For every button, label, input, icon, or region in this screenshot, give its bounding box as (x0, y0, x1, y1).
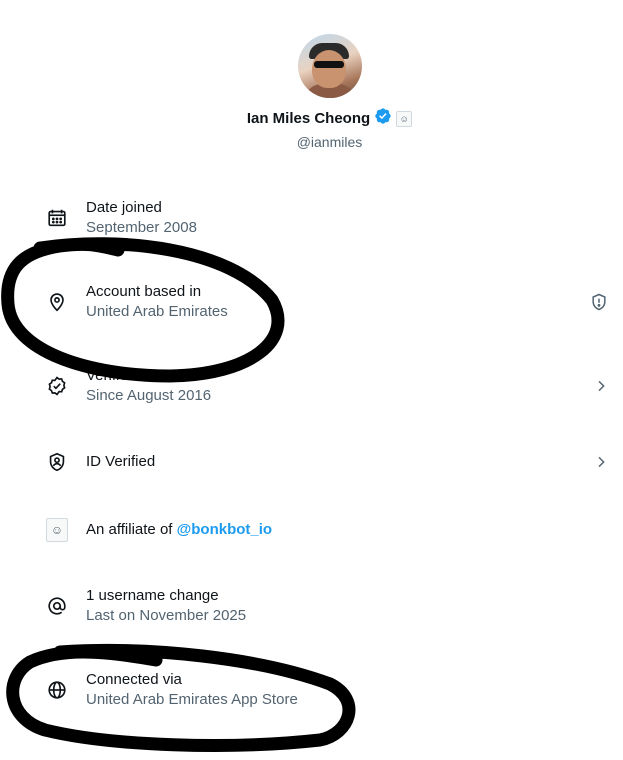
calendar-icon (46, 207, 68, 229)
row-subtitle: Since August 2016 (86, 387, 212, 404)
name-row: Ian Miles Cheong ☺ (0, 107, 623, 130)
username-handle: @ianmiles (296, 134, 363, 150)
at-sign-icon (46, 595, 68, 617)
row-subtitle: September 2008 (86, 219, 197, 236)
chevron-right-icon[interactable] (593, 454, 609, 470)
row-username-change: 1 username change Last on November 2025 (0, 586, 623, 626)
row-title: 1 username change (86, 587, 219, 604)
row-title: Connected via (86, 671, 182, 688)
affiliate-badge-icon[interactable]: ☺ (396, 110, 413, 127)
row-title: Verified (86, 367, 137, 384)
row-date-joined: Date joined September 2008 (0, 198, 623, 238)
row-subtitle: United Arab Emirates (86, 303, 228, 320)
row-connected-via: Connected via United Arab Emirates App S… (0, 670, 623, 710)
shield-alert-icon[interactable] (589, 292, 609, 312)
row-subtitle: Last on November 2025 (86, 607, 247, 624)
verified-badge-icon (46, 375, 68, 397)
row-title: ID Verified (86, 453, 156, 470)
display-name[interactable]: Ian Miles Cheong (247, 110, 370, 127)
avatar[interactable] (297, 34, 362, 98)
row-title: Date joined (86, 199, 162, 216)
row-account-based-in: Account based in United Arab Emirates (0, 282, 623, 322)
id-shield-icon (46, 451, 68, 473)
profile-header: Ian Miles Cheong ☺ @ianmiles (0, 34, 623, 150)
affiliate-link[interactable]: @bonkbot_io (177, 521, 272, 538)
location-pin-icon (46, 291, 68, 313)
row-affiliate: ☺ An affiliate of @bonkbot_io (0, 510, 623, 550)
affiliate-prefix: An affiliate of (86, 521, 177, 538)
row-id-verified[interactable]: ID Verified (0, 442, 623, 482)
row-title: Account based in (86, 283, 202, 300)
affiliate-logo-icon[interactable]: ☺ (46, 518, 68, 542)
chevron-right-icon[interactable] (593, 378, 609, 394)
globe-icon (46, 679, 68, 701)
row-verified[interactable]: Verified Since August 2016 (0, 366, 623, 406)
row-subtitle: United Arab Emirates App Store (86, 691, 298, 708)
verified-badge-icon[interactable] (374, 107, 392, 130)
